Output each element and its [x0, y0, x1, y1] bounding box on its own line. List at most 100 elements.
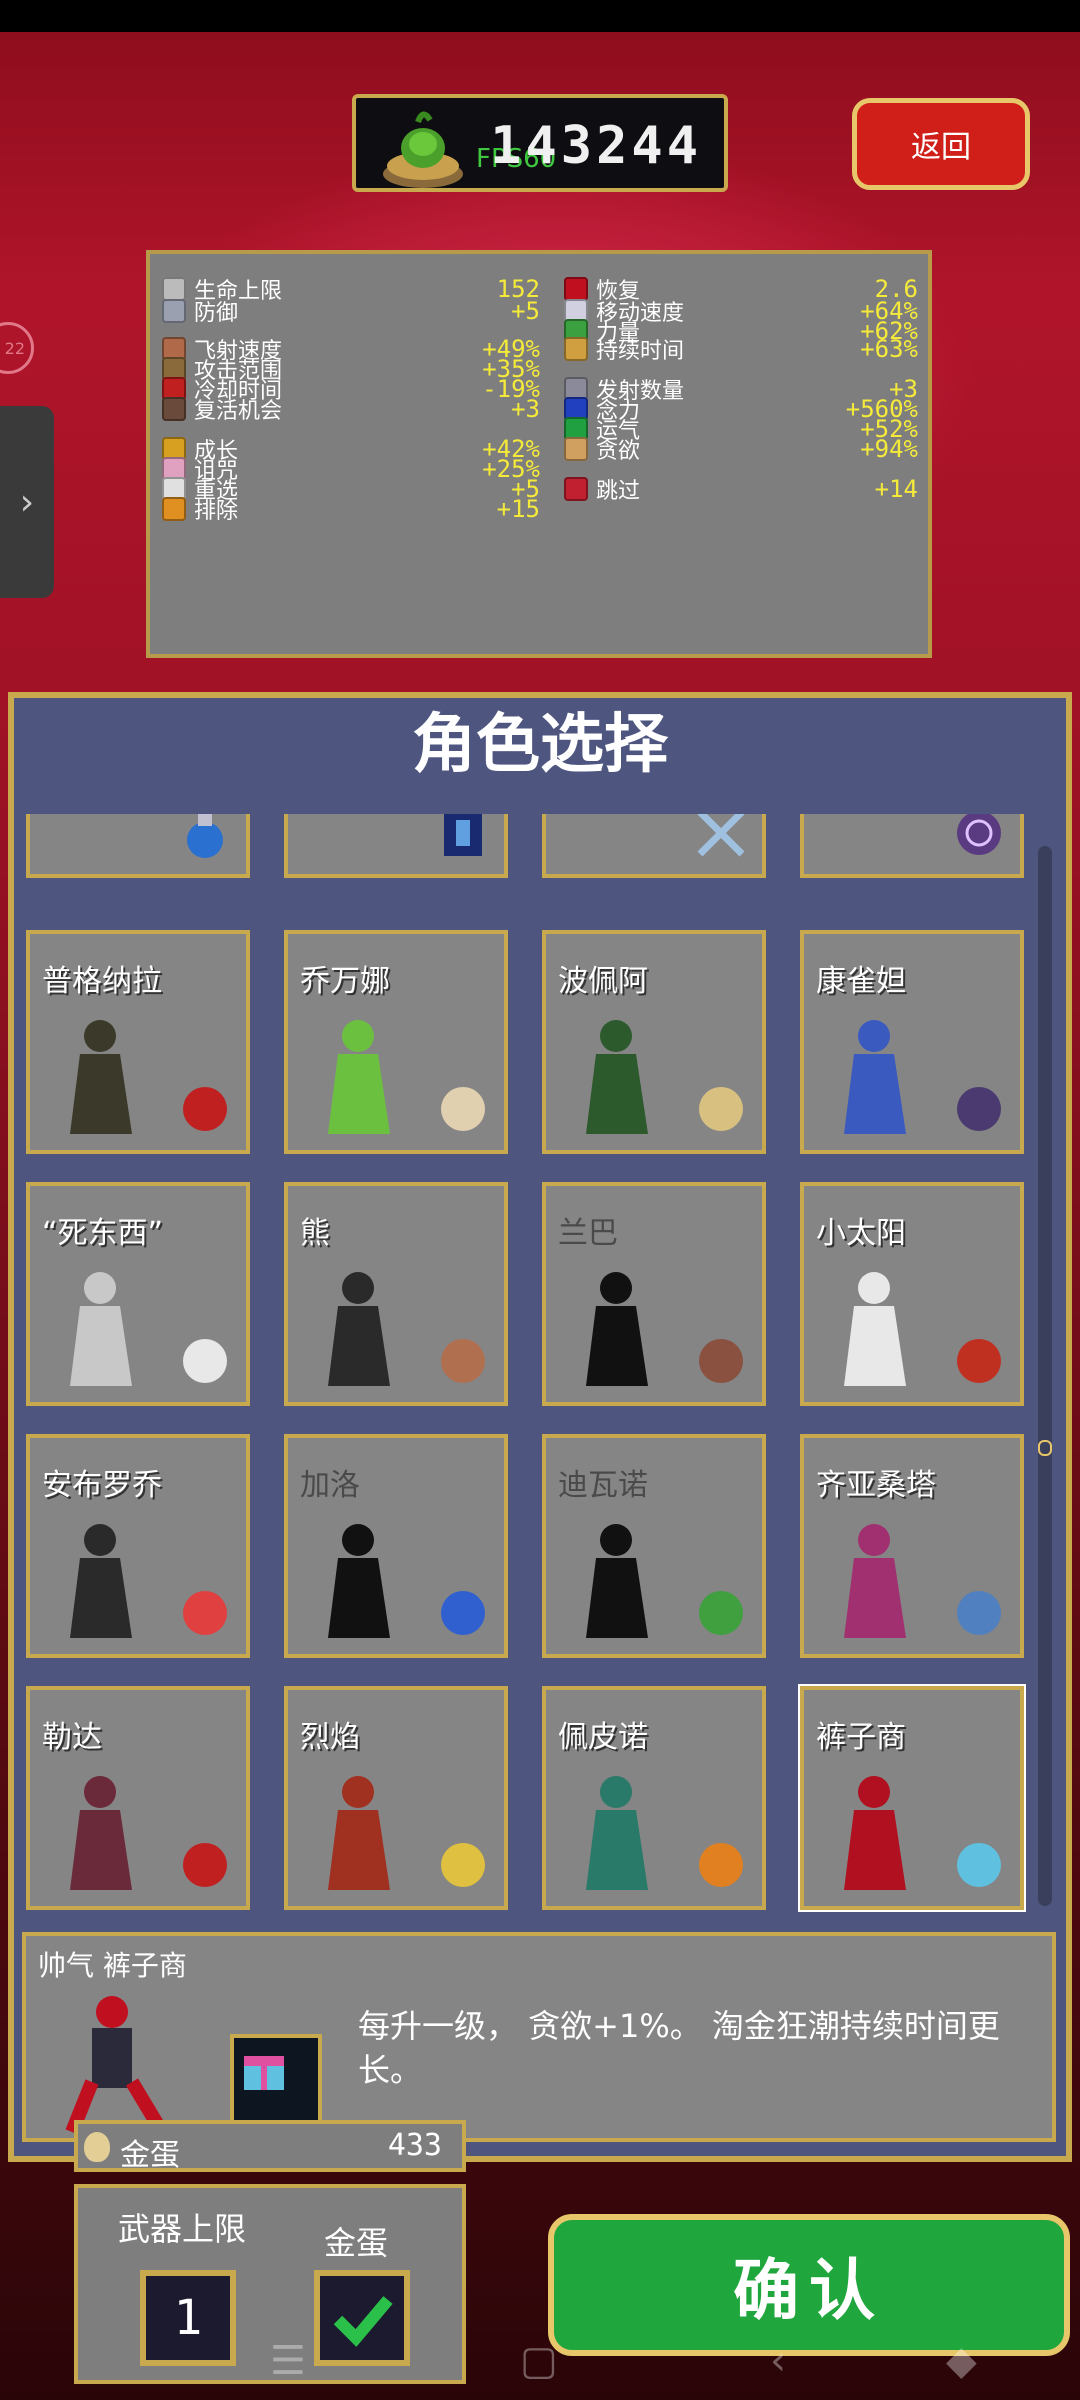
panel-title: 角色选择	[412, 708, 668, 782]
character-description: 帅气 裤子商 每升一级， 贪欲+1%。 淘金狂潮持续时间更长。	[22, 1932, 1056, 2142]
skip-icon	[564, 477, 588, 501]
character-name: “死东西”	[42, 1216, 164, 1251]
character-card[interactable]: 裤子商	[800, 1686, 1024, 1910]
potion-icon	[187, 814, 223, 858]
character-name: 小太阳	[816, 1216, 906, 1251]
character-grid[interactable]: 普格纳拉 乔万娜 波佩阿 康雀妲 “死东西” 熊 兰巴 小太阳安布罗乔 加洛 迪瓦诺 齐亚桑塔勒达 烈…	[24, 814, 1030, 1912]
character-sprite	[70, 1272, 132, 1386]
hourglass-icon	[564, 337, 588, 361]
character-card[interactable]: 兰巴	[542, 1182, 766, 1406]
coin-value: 143244	[490, 116, 702, 176]
character-card-partial[interactable]	[284, 814, 508, 878]
starting-weapon-icon	[699, 1843, 743, 1887]
starting-weapon-icon	[183, 1843, 227, 1887]
character-name: 安布罗乔	[42, 1468, 162, 1503]
status-bar	[0, 0, 1080, 32]
character-sprite	[844, 1524, 906, 1638]
menu-icon[interactable]: ☰	[270, 2338, 306, 2384]
character-card[interactable]: 普格纳拉	[26, 930, 250, 1154]
golden-egg-label: 金蛋	[120, 2138, 180, 2173]
character-sprite	[328, 1272, 390, 1386]
character-card[interactable]: 康雀妲	[800, 930, 1024, 1154]
character-name: 勒达	[42, 1720, 102, 1755]
system-nav-bar: ☰ ▢ ‹ ◆	[0, 2320, 1080, 2400]
greed-icon	[564, 437, 588, 461]
stat-row: 防御 +5	[162, 296, 540, 326]
character-card[interactable]: 迪瓦诺	[542, 1434, 766, 1658]
character-card[interactable]: 烈焰	[284, 1686, 508, 1910]
stats-panel: 生命上限 152 防御 +5 飞射速度 +49% 攻击范围 +35% 冷却时间 -19% 复活机会 +…	[146, 250, 932, 658]
character-name: 乔万娜	[300, 964, 390, 999]
character-sprite	[328, 1776, 390, 1890]
character-card[interactable]: 加洛	[284, 1434, 508, 1658]
character-card[interactable]: “死东西”	[26, 1182, 250, 1406]
stat-row: 排除 +15	[162, 494, 540, 524]
character-card[interactable]: 安布罗乔	[26, 1434, 250, 1658]
stat-name: 跳过	[596, 479, 641, 504]
character-card-partial[interactable]	[800, 814, 1024, 878]
stat-row: 贪欲 +94%	[564, 434, 918, 464]
character-card[interactable]: 佩皮诺	[542, 1686, 766, 1910]
selected-character-portrait	[65, 1996, 169, 2136]
character-card[interactable]: 熊	[284, 1182, 508, 1406]
character-sprite	[70, 1524, 132, 1638]
grid-scrollbar[interactable]	[1038, 846, 1052, 1906]
character-name: 迪瓦诺	[558, 1468, 648, 1503]
character-card-partial[interactable]	[26, 814, 250, 878]
character-sprite	[70, 1020, 132, 1134]
character-sprite	[70, 1776, 132, 1890]
character-card[interactable]: 勒达	[26, 1686, 250, 1910]
coin-bag-icon	[383, 111, 463, 188]
revival-icon	[162, 397, 186, 421]
stat-name: 复活机会	[194, 399, 283, 424]
stat-value: +63%	[860, 335, 918, 363]
starting-weapon-icon	[699, 1339, 743, 1383]
starting-weapon-icon	[699, 1591, 743, 1635]
character-card[interactable]: 乔万娜	[284, 930, 508, 1154]
starting-weapon-icon	[957, 1591, 1001, 1635]
assist-icon[interactable]: ◆	[946, 2338, 977, 2384]
armor-icon	[162, 299, 186, 323]
crossed-swords-icon	[697, 814, 745, 857]
stat-row: 跳过 +14	[564, 474, 918, 504]
golden-egg-counter: 金蛋 433	[74, 2120, 466, 2173]
starting-weapon-icon	[441, 1339, 485, 1383]
coin-counter: FPS60 143244	[352, 94, 728, 192]
character-name: 兰巴	[558, 1216, 618, 1251]
starting-weapon-icon	[183, 1591, 227, 1635]
character-card-partial[interactable]	[542, 814, 766, 878]
starting-weapon-icon	[699, 1087, 743, 1131]
stat-value: +94%	[860, 435, 918, 463]
character-name: 裤子商	[816, 1720, 906, 1755]
home-icon[interactable]: ▢	[520, 2338, 558, 2384]
stat-row: 持续时间 +63%	[564, 334, 918, 364]
stat-value: +14	[874, 475, 918, 503]
character-card[interactable]: 齐亚桑塔	[800, 1434, 1024, 1658]
weapon-limit-label: 武器上限	[118, 2210, 247, 2248]
chevron-right-icon: ›	[19, 481, 35, 523]
stat-value: +15	[496, 495, 540, 523]
stat-name: 防御	[194, 301, 239, 326]
golden-egg-icon	[84, 2132, 110, 2162]
character-sprite	[844, 1776, 906, 1890]
scrollbar-thumb[interactable]	[1038, 1440, 1052, 1456]
stat-value: +5	[511, 297, 540, 325]
back-button[interactable]: 返回	[852, 98, 1030, 190]
description-text: 每升一级， 贪欲+1%。 淘金狂潮持续时间更长。	[358, 2007, 1000, 2089]
side-expand-tab[interactable]: ›	[0, 406, 54, 598]
character-sprite	[328, 1524, 390, 1638]
starting-weapon-icon	[957, 1843, 1001, 1887]
character-name: 康雀妲	[816, 964, 906, 999]
character-name: 烈焰	[300, 1720, 360, 1755]
stat-row: 复活机会 +3	[162, 394, 540, 424]
starting-weapon-icon	[441, 1591, 485, 1635]
starting-weapon-icon	[957, 1339, 1001, 1383]
character-card[interactable]: 波佩阿	[542, 930, 766, 1154]
back-nav-icon[interactable]: ‹	[770, 2338, 786, 2384]
character-name: 波佩阿	[558, 964, 648, 999]
character-name: 普格纳拉	[42, 964, 162, 999]
description-title: 帅气 裤子商	[38, 1949, 187, 1982]
character-name: 熊	[300, 1216, 330, 1251]
starting-weapon-icon	[441, 1087, 485, 1131]
character-card[interactable]: 小太阳	[800, 1182, 1024, 1406]
